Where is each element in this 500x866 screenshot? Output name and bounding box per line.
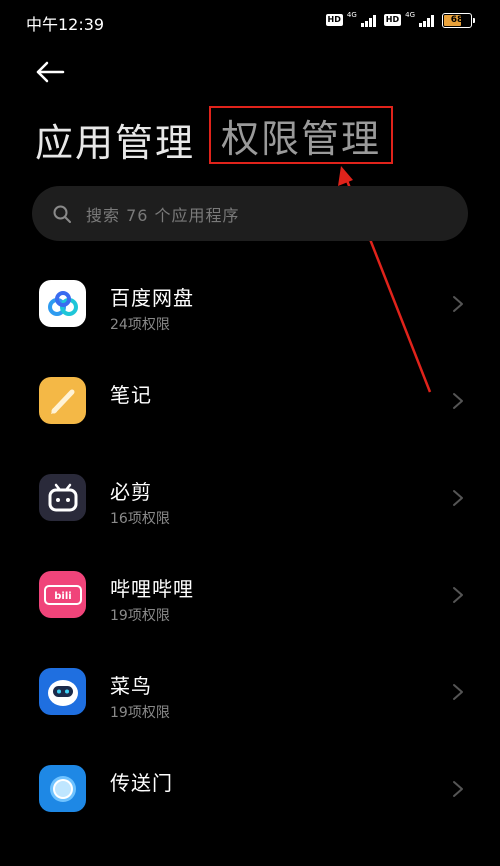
app-name: 哔哩哔哩 <box>110 577 194 601</box>
chevron-right-icon <box>453 296 463 312</box>
battery-level: 68 <box>450 15 464 25</box>
baidu-netdisk-icon <box>39 280 86 327</box>
hd-badge: HD <box>325 14 343 26</box>
chevron-right-icon <box>453 781 463 797</box>
network-type-label: 4G <box>346 11 357 19</box>
status-bar: 中午12:39 HD 4G HD 4G 68 <box>0 0 500 40</box>
battery-icon: 68 <box>442 12 475 28</box>
annotation-box: 权限管理 <box>209 106 393 164</box>
page-title: 应用管理 <box>35 120 196 165</box>
svg-text:bili: bili <box>54 591 71 602</box>
app-permission-count: 19项权限 <box>110 705 170 721</box>
bilibili-icon: bili <box>39 571 86 618</box>
signal-icon <box>360 14 376 27</box>
list-item-baidu-netdisk[interactable]: 百度网盘 24项权限 <box>0 255 500 352</box>
list-item-portal[interactable]: 传送门 <box>0 740 500 837</box>
list-item-cainiao[interactable]: 菜鸟 19项权限 <box>0 643 500 740</box>
status-icons: HD 4G HD 4G 68 <box>325 11 475 29</box>
app-name: 必剪 <box>110 480 152 504</box>
back-button[interactable] <box>32 56 68 88</box>
app-permission-count: 24项权限 <box>110 317 170 333</box>
search-input[interactable]: 搜索 76 个应用程序 <box>32 186 468 241</box>
search-placeholder: 搜索 76 个应用程序 <box>86 205 240 225</box>
bijian-icon <box>39 474 86 521</box>
app-name: 百度网盘 <box>110 286 194 310</box>
app-permission-count: 16项权限 <box>110 511 170 527</box>
app-permission-count: 19项权限 <box>110 608 170 624</box>
app-name: 菜鸟 <box>110 674 152 698</box>
notes-icon <box>39 377 86 424</box>
cainiao-icon <box>39 668 86 715</box>
app-name: 笔记 <box>110 383 152 407</box>
chevron-right-icon <box>453 393 463 409</box>
search-icon <box>53 205 71 223</box>
list-item-bilibili[interactable]: bili 哔哩哔哩 19项权限 <box>0 546 500 643</box>
network-type-label-2: 4G <box>405 11 415 19</box>
app-name: 传送门 <box>110 771 173 795</box>
hd-badge-2: HD <box>383 14 402 26</box>
app-list: 百度网盘 24项权限 笔记 必剪 16项权限 bili 哔哩哔哩 19项权限 菜… <box>0 255 500 837</box>
status-time: 中午12:39 <box>26 15 105 34</box>
portal-icon <box>39 765 86 812</box>
list-item-bijian[interactable]: 必剪 16项权限 <box>0 449 500 546</box>
signal-icon-2 <box>419 14 434 27</box>
chevron-right-icon <box>453 587 463 603</box>
chevron-right-icon <box>453 490 463 506</box>
chevron-right-icon <box>453 684 463 700</box>
arrow-left-icon <box>36 61 65 83</box>
list-item-notes[interactable]: 笔记 <box>0 352 500 449</box>
title-row: 应用管理 <box>35 112 195 166</box>
annotation-text: 权限管理 <box>220 116 381 161</box>
